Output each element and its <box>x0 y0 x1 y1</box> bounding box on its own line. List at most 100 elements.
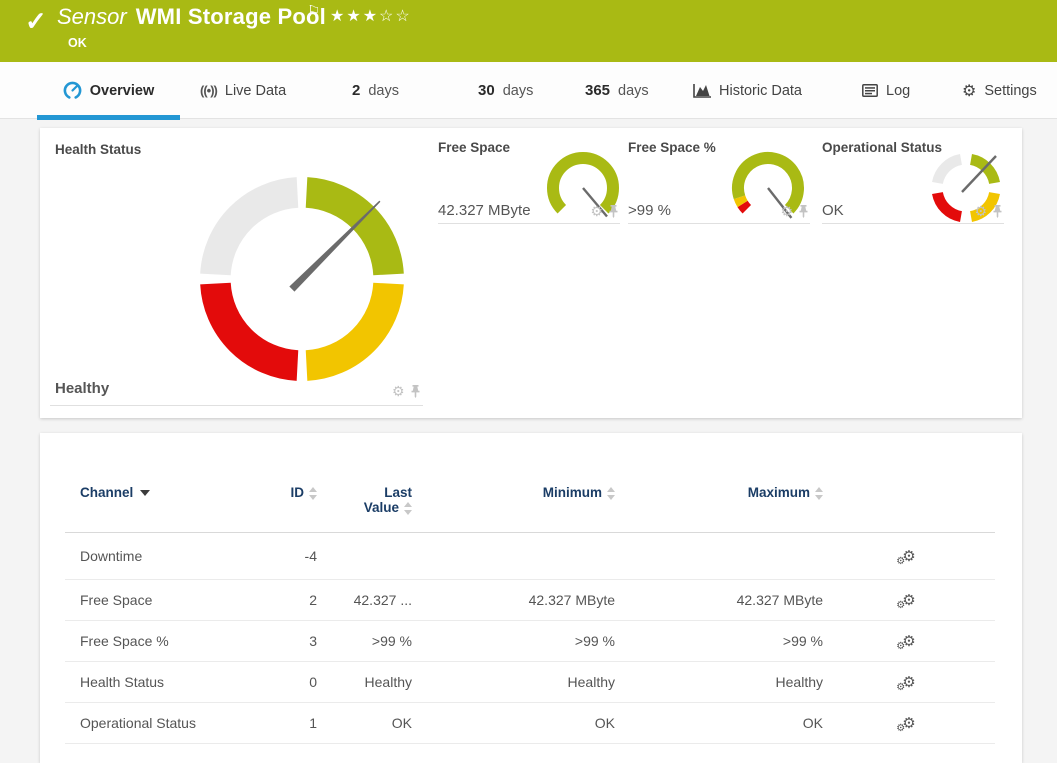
sensor-status-text: OK <box>68 36 87 50</box>
column-header-last-value[interactable]: Last Value <box>317 471 412 533</box>
tab-365-days[interactable]: 365 days <box>585 62 649 119</box>
channel-name: Operational Status <box>65 702 255 744</box>
channel-name: Health Status <box>65 661 255 703</box>
tab-live-data-label: Live Data <box>224 82 287 99</box>
pin-icon[interactable] <box>992 204 1003 218</box>
channel-minimum: OK <box>412 702 615 744</box>
sensor-name: WMI Storage Pool <box>135 4 326 29</box>
sort-icon <box>309 486 317 500</box>
pin-icon[interactable] <box>608 204 619 218</box>
column-header-id-label: ID <box>290 485 305 500</box>
tab-2-days-unit: days <box>368 82 399 99</box>
tab-overview[interactable]: Overview <box>37 62 180 120</box>
channel-minimum: Healthy <box>412 661 615 703</box>
channel-last-value: 42.327 ... <box>317 579 412 621</box>
gauge-icon <box>63 81 82 99</box>
operational-status-block: Operational Status OK ⚙ <box>822 140 1007 235</box>
sort-icon <box>815 486 823 500</box>
tab-30-days-unit: days <box>502 82 534 99</box>
health-status-title: Health Status <box>55 142 142 157</box>
free-space-pct-value: >99 % <box>628 202 671 219</box>
tab-settings[interactable]: ⚙ Settings <box>962 62 1037 119</box>
table-row: Operational Status 1 OK OK OK ⚙ ⚙ <box>65 702 995 744</box>
column-header-channel[interactable]: Channel <box>65 471 255 533</box>
channel-id: -4 <box>255 532 317 580</box>
tab-log[interactable]: Log <box>862 62 910 119</box>
channel-maximum: 42.327 MByte <box>615 579 823 621</box>
gear-icon[interactable]: ⚙ <box>974 204 987 218</box>
operational-status-corner-icons: ⚙ <box>974 204 1003 218</box>
channel-maximum: >99 % <box>615 620 823 662</box>
tab-settings-label: Settings <box>984 82 1037 99</box>
column-header-channel-label: Channel <box>80 485 134 500</box>
channel-settings-icon[interactable]: ⚙ ⚙ <box>896 715 915 734</box>
flag-icon[interactable]: ⚐ <box>307 2 320 20</box>
free-space-block: Free Space 42.327 MByte ⚙ <box>438 140 623 235</box>
channel-last-value: Healthy <box>317 661 412 703</box>
stars-empty: ☆☆ <box>379 8 412 25</box>
channel-last-value <box>317 532 412 580</box>
sort-desc-icon <box>140 490 151 497</box>
tab-historic-data[interactable]: Historic Data <box>693 62 802 119</box>
channel-settings-icon[interactable]: ⚙ ⚙ <box>896 674 915 693</box>
column-header-value-label: Value <box>363 500 399 515</box>
active-tab-underline <box>37 115 180 120</box>
operational-status-title: Operational Status <box>822 140 943 155</box>
stars-filled: ★★★ <box>330 8 380 25</box>
column-header-maximum[interactable]: Maximum <box>615 471 823 533</box>
tab-live-data[interactable]: ((•)) Live Data <box>200 62 286 119</box>
table-row: Free Space % 3 >99 % >99 % >99 % ⚙ ⚙ <box>65 620 995 662</box>
divider <box>50 405 423 406</box>
priority-stars[interactable]: ★★★☆☆ <box>330 6 412 26</box>
operational-status-value: OK <box>822 202 844 219</box>
column-header-settings <box>823 471 995 533</box>
sensor-type-label: Sensor <box>57 4 127 29</box>
pin-icon[interactable] <box>410 384 421 398</box>
sensor-status-header: ✓ Sensor WMI Storage Pool ⚐ ★★★☆☆ OK <box>0 0 1057 62</box>
log-list-icon <box>862 84 878 97</box>
pin-icon[interactable] <box>798 204 809 218</box>
live-data-icon: ((•)) <box>200 83 218 98</box>
tab-365-days-unit: days <box>618 82 649 99</box>
tab-2-days[interactable]: 2 days <box>352 62 399 119</box>
free-space-value: 42.327 MByte <box>438 202 531 219</box>
channel-name: Free Space <box>65 579 255 621</box>
area-chart-icon <box>693 83 711 98</box>
divider <box>438 223 620 224</box>
channel-maximum <box>615 532 823 580</box>
channels-panel: Channel ID Last Value Minimum Maximum Do… <box>40 433 1022 763</box>
channel-settings-icon[interactable]: ⚙ ⚙ <box>896 633 915 652</box>
channel-settings-icon[interactable]: ⚙ ⚙ <box>896 548 915 567</box>
column-header-minimum[interactable]: Minimum <box>412 471 615 533</box>
sort-icon <box>607 486 615 500</box>
divider <box>628 223 810 224</box>
channel-maximum: OK <box>615 702 823 744</box>
gear-icon[interactable]: ⚙ <box>780 204 793 218</box>
channel-minimum <box>412 532 615 580</box>
divider <box>822 223 1004 224</box>
gear-icon[interactable]: ⚙ <box>392 384 405 398</box>
free-space-pct-block: Free Space % >99 % ⚙ <box>628 140 813 235</box>
table-row: Health Status 0 Healthy Healthy Healthy … <box>65 661 995 703</box>
ok-check-icon: ✓ <box>25 6 47 36</box>
channel-id: 1 <box>255 702 317 744</box>
free-space-corner-icons: ⚙ <box>590 204 619 218</box>
gauges-panel: Health Status Healthy ⚙ Free Space 42.32… <box>40 128 1022 418</box>
health-status-value: Healthy <box>55 380 110 397</box>
column-header-id[interactable]: ID <box>255 471 317 533</box>
sensor-title-row: Sensor WMI Storage Pool <box>57 4 326 30</box>
free-space-pct-title: Free Space % <box>628 140 716 155</box>
column-header-maximum-label: Maximum <box>747 485 810 500</box>
table-row: Free Space 2 42.327 ... 42.327 MByte 42.… <box>65 579 995 621</box>
health-corner-icons: ⚙ <box>392 384 421 398</box>
channel-id: 0 <box>255 661 317 703</box>
channel-last-value: OK <box>317 702 412 744</box>
tab-30-days[interactable]: 30 days <box>478 62 533 119</box>
tab-2-days-number: 2 <box>352 82 361 99</box>
gear-icon: ⚙ <box>962 82 977 100</box>
gear-icon[interactable]: ⚙ <box>590 204 603 218</box>
channel-settings-icon[interactable]: ⚙ ⚙ <box>896 592 915 611</box>
free-space-pct-corner-icons: ⚙ <box>780 204 809 218</box>
tab-log-label: Log <box>886 82 911 99</box>
tab-bar: Overview ((•)) Live Data 2 days 30 days … <box>0 62 1057 120</box>
